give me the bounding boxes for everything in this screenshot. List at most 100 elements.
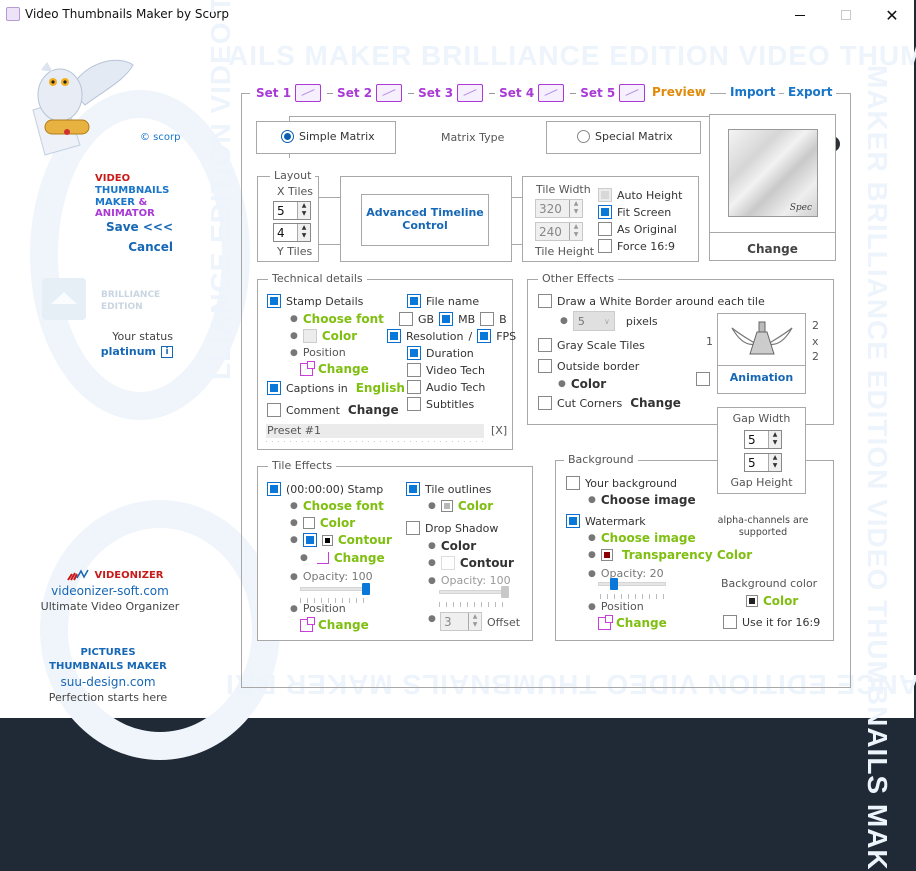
outline-color-swatch[interactable]	[440, 500, 453, 512]
captions-language-link[interactable]: English	[356, 381, 405, 395]
shadow-opacity-slider-thumb[interactable]	[501, 586, 509, 598]
stamp-details-option[interactable]: Stamp Details	[267, 294, 363, 308]
force-169-option[interactable]: Force 16:9	[598, 239, 675, 253]
video-tech-option[interactable]: Video Tech	[407, 363, 485, 377]
set-1-link[interactable]: Set 1	[256, 86, 291, 100]
y-tiles-value[interactable]: 4	[274, 226, 297, 240]
animation-button[interactable]: Animation	[718, 371, 805, 384]
shadow-color-link[interactable]: Color	[441, 539, 476, 553]
your-background-checkbox[interactable]	[566, 476, 580, 490]
outline-color-link[interactable]: Color	[458, 499, 493, 513]
tile-opacity-slider-thumb[interactable]	[362, 583, 370, 595]
bg-color-link[interactable]: Color	[763, 594, 798, 608]
spinner-arrows-icon[interactable]: ▲ ▼	[569, 200, 582, 217]
contour-link[interactable]: Contour	[338, 533, 392, 547]
duration-option[interactable]: Duration	[407, 346, 474, 360]
spinner-arrows-icon[interactable]: ▲ ▼	[768, 454, 781, 471]
white-border-option[interactable]: Draw a White Border around each tile	[538, 294, 765, 308]
gap-height-spinner[interactable]: 5 ▲ ▼	[744, 453, 782, 472]
bg-choose-image-link[interactable]: Choose image	[601, 493, 696, 507]
contour-checkbox[interactable]	[302, 533, 317, 547]
as-original-option[interactable]: As Original	[598, 222, 677, 236]
tile-position-change[interactable]: Change	[300, 616, 369, 632]
maximize-button[interactable]	[823, 0, 869, 30]
as-original-checkbox[interactable]	[598, 222, 612, 236]
wm-opacity-slider[interactable]	[598, 582, 666, 586]
info-icon[interactable]: i	[161, 345, 173, 358]
tile-choose-font-link[interactable]: Choose font	[303, 499, 384, 513]
set-5-icon[interactable]	[619, 84, 646, 102]
set-3-link[interactable]: Set 3	[418, 86, 453, 100]
outside-border-checkbox[interactable]	[538, 359, 552, 373]
tile-position-change-link[interactable]: Change	[318, 618, 369, 632]
tile-height-value[interactable]: 240	[536, 225, 569, 239]
shadow-contour-checkbox[interactable]	[440, 556, 455, 570]
set-1-icon[interactable]	[295, 84, 322, 102]
subtitles-option[interactable]: Subtitles	[407, 397, 474, 411]
wm-choose-image[interactable]: ● Choose image	[588, 531, 696, 545]
outline-color[interactable]: ● Color	[428, 499, 493, 513]
advanced-timeline-button[interactable]: Advanced Timeline Control	[361, 194, 489, 246]
shadow-contour-link[interactable]: Contour	[460, 556, 514, 570]
tile-width-spinner[interactable]: 320 ▲ ▼	[535, 199, 583, 218]
outside-border-option[interactable]: Outside border	[538, 359, 639, 373]
subtitles-checkbox[interactable]	[407, 397, 421, 411]
tech-choose-font[interactable]: ● Choose font	[290, 312, 384, 326]
stamp-details-checkbox[interactable]	[267, 294, 281, 308]
tile-choose-font[interactable]: ● Choose font	[290, 499, 384, 513]
gap-height-value[interactable]: 5	[745, 456, 768, 470]
stamp-checkbox[interactable]	[267, 482, 281, 496]
minimize-button[interactable]	[777, 0, 823, 30]
tile-color[interactable]: ● Color	[290, 516, 355, 530]
animation-checkbox[interactable]	[696, 372, 710, 386]
y-tiles-spinner[interactable]: 4 ▲ ▼	[273, 223, 311, 242]
tile-contour[interactable]: ● Contour	[290, 533, 392, 547]
tile-outlines-checkbox[interactable]	[406, 482, 420, 496]
watermark-checkbox[interactable]	[566, 514, 580, 528]
white-border-checkbox[interactable]	[538, 294, 552, 308]
comment-checkbox[interactable]	[267, 403, 281, 417]
color-swatch[interactable]	[302, 329, 317, 343]
simple-matrix-option[interactable]: Simple Matrix	[256, 121, 396, 154]
shadow-contour[interactable]: ● Contour	[428, 556, 514, 570]
fit-screen-checkbox[interactable]	[598, 205, 612, 219]
preview-link[interactable]: Preview	[648, 85, 711, 101]
gray-scale-option[interactable]: Gray Scale Tiles	[538, 338, 645, 352]
export-link[interactable]: Export	[784, 85, 837, 101]
simple-matrix-radio[interactable]	[281, 130, 294, 143]
x-tiles-value[interactable]: 5	[274, 204, 297, 218]
tile-height-spinner[interactable]: 240 ▲ ▼	[535, 222, 583, 241]
tile-opacity-slider[interactable]	[300, 587, 370, 591]
watermark-option[interactable]: Watermark	[566, 514, 646, 528]
tile-color-swatch[interactable]	[302, 517, 315, 529]
save-button[interactable]: Save <<<	[106, 220, 173, 234]
audio-tech-checkbox[interactable]	[407, 380, 421, 394]
border-pixels-dropdown[interactable]: 5 ∨	[572, 311, 615, 331]
special-matrix-option[interactable]: Special Matrix	[546, 121, 701, 154]
pictures-url[interactable]: suu-design.com	[15, 675, 201, 689]
import-link[interactable]: Import	[726, 85, 780, 101]
tile-outlines-option[interactable]: Tile outlines	[406, 482, 491, 496]
contour-color-swatch[interactable]	[321, 534, 333, 546]
set-3-icon[interactable]	[457, 84, 484, 102]
preset-name-field[interactable]: Preset #1	[266, 424, 484, 438]
choose-font-link[interactable]: Choose font	[303, 312, 384, 326]
preset-clear-button[interactable]: [X]	[491, 424, 507, 437]
bg-choose-image[interactable]: ● Choose image	[588, 493, 696, 507]
force-169-checkbox[interactable]	[598, 239, 612, 253]
set-4-link[interactable]: Set 4	[499, 86, 534, 100]
auto-height-checkbox[interactable]	[598, 188, 612, 202]
spinner-arrows-icon[interactable]: ▲ ▼	[297, 224, 310, 241]
shadow-offset-value[interactable]: 3	[441, 615, 468, 629]
cut-corners-change-link[interactable]: Change	[630, 396, 681, 410]
transparency-color-link[interactable]: Transparency Color	[622, 548, 752, 562]
bg-color-swatch[interactable]	[746, 595, 758, 607]
outside-border-color[interactable]: ● Color	[558, 377, 606, 391]
spinner-arrows-icon[interactable]: ▲ ▼	[768, 431, 781, 448]
videonizer-link[interactable]: VIDEONIZER	[50, 568, 180, 582]
animation-box[interactable]: Animation	[717, 313, 806, 394]
drop-shadow-checkbox[interactable]	[406, 521, 420, 535]
set-4-icon[interactable]	[538, 84, 565, 102]
contour-change[interactable]: ● Change	[300, 551, 385, 565]
gb-checkbox[interactable]	[399, 312, 413, 326]
